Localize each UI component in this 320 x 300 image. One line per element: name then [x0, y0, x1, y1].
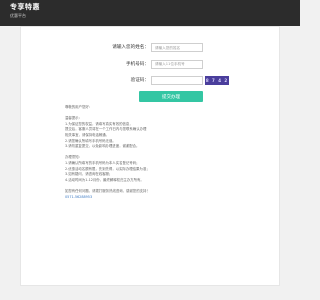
hotline-link[interactable]: 0571-56288953 [65, 195, 245, 201]
site-title: 专享特惠 [10, 3, 40, 11]
site-subtitle: 优惠平台 [10, 13, 26, 18]
captcha-input[interactable] [151, 76, 203, 85]
form-panel: 请输入您的姓名： 手机号码： 验证码： 8 7 4 2 提交办理 尊敬的用户您好… [20, 26, 280, 286]
top-header: 专享特惠 优惠平台 [0, 0, 300, 26]
phone-row: 手机号码： [21, 59, 281, 74]
name-row: 请输入您的姓名： [21, 43, 281, 57]
phone-label: 手机号码： [126, 61, 149, 67]
signup-form: 请输入您的姓名： 手机号码： 验证码： 8 7 4 2 [21, 43, 281, 93]
phone-input[interactable] [151, 59, 203, 69]
submit-button[interactable]: 提交办理 [139, 91, 203, 102]
captcha-row: 验证码： 8 7 4 2 [21, 76, 281, 90]
captcha-label: 验证码： [130, 78, 149, 83]
name-label: 请输入您的姓名： [112, 45, 149, 50]
notes-section: 尊敬的用户您好： 温馨提示： 1.为保证您的权益，请填写真实有效的信息， 提交后… [65, 105, 245, 200]
captcha-image[interactable]: 8 7 4 2 [205, 76, 229, 85]
name-input[interactable] [151, 43, 203, 52]
